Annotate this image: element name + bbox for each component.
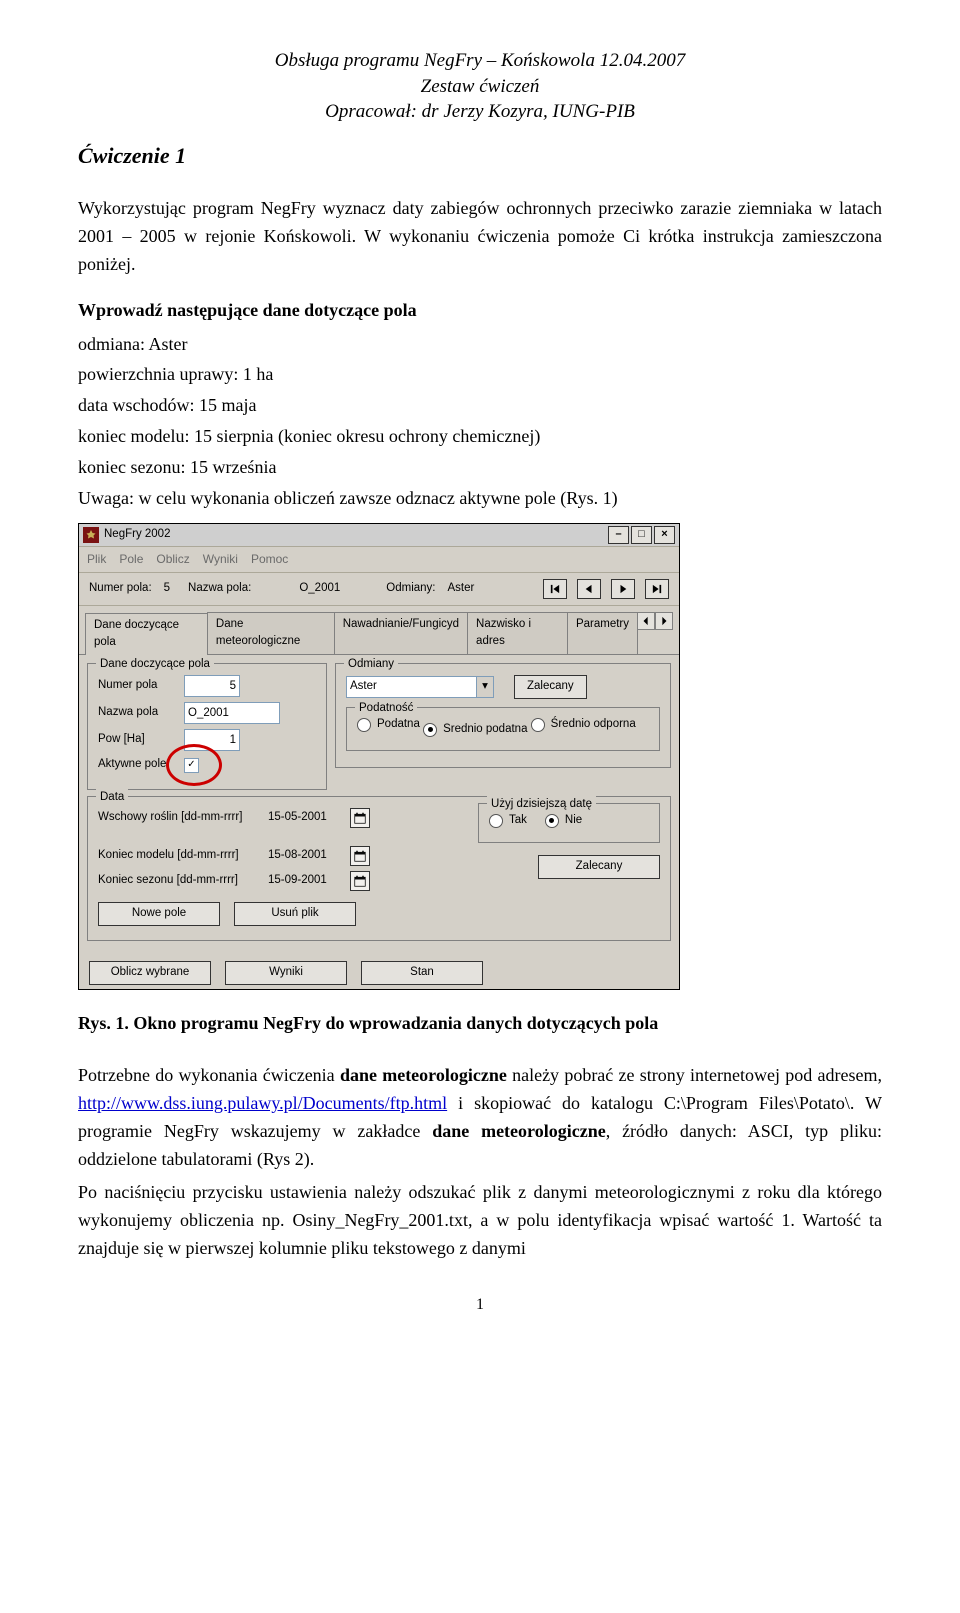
infobar-odmiany-label: Odmiany: <box>386 580 435 598</box>
menubar: Plik Pole Oblicz Wyniki Pomoc <box>79 547 679 573</box>
tab-scroll-right[interactable] <box>655 612 673 630</box>
nowe-pole-button[interactable]: Nowe pole <box>98 902 220 926</box>
calendar-icon[interactable] <box>350 871 370 891</box>
tab-nawadnianie[interactable]: Nawadnianie/Fungicyd <box>334 612 468 655</box>
line-uwaga: Uwaga: w celu wykonania obliczeń zawsze … <box>78 485 882 513</box>
header-line-2: Zestaw ćwiczeń <box>78 74 882 100</box>
line-koniec-sezonu: koniec sezonu: 15 września <box>78 454 882 482</box>
select-odmiana-value: Aster <box>350 678 377 696</box>
input-nazwa-pola[interactable] <box>184 702 280 724</box>
menu-plik[interactable]: Plik <box>87 550 106 569</box>
menu-pomoc[interactable]: Pomoc <box>251 550 288 569</box>
label-nazwa-pola: Nazwa pola <box>98 704 184 722</box>
input-numer-pola[interactable] <box>184 675 240 697</box>
line-koniec-modelu: koniec modelu: 15 sierpnia (koniec okres… <box>78 423 882 451</box>
zalecany-button-2[interactable]: Zalecany <box>538 855 660 879</box>
label-koniec-sezonu: Koniec sezonu [dd-mm-rrrr] <box>98 872 268 890</box>
window-title: NegFry 2002 <box>104 526 170 544</box>
group-dane-pola: Dane doczycące pola Numer pola Nazwa pol… <box>87 663 327 790</box>
menu-wyniki[interactable]: Wyniki <box>203 550 238 569</box>
bottom-button-row: Oblicz wybrane Wyniki Stan <box>79 955 679 989</box>
label-wschody: Wschowy roślin [dd-mm-rrrr] <box>98 809 268 827</box>
header-line-1: Obsługa programu NegFry – Końskowola 12.… <box>78 48 882 74</box>
nav-prev-button[interactable] <box>577 579 601 599</box>
nav-next-button[interactable] <box>611 579 635 599</box>
oblicz-wybrane-button[interactable]: Oblicz wybrane <box>89 961 211 985</box>
label-numer-pola: Numer pola <box>98 677 184 695</box>
stan-button[interactable]: Stan <box>361 961 483 985</box>
group-uzyj-date: Użyj dzisiejszą datę Tak Nie <box>478 803 660 843</box>
legend-dane-pola: Dane doczycące pola <box>96 656 214 674</box>
close-button[interactable]: × <box>654 526 675 544</box>
input-data-list: odmiana: Aster powierzchnia uprawy: 1 ha… <box>78 331 882 513</box>
radio-tak[interactable]: Tak <box>489 812 527 830</box>
titlebar: NegFry 2002 – □ × <box>79 524 679 547</box>
negfry-window: NegFry 2002 – □ × Plik Pole Oblicz Wynik… <box>78 523 680 990</box>
label-aktywne: Aktywne pole <box>98 756 184 774</box>
group-data: Data Wschowy roślin [dd-mm-rrrr] 15-05-2… <box>87 796 671 941</box>
line-odmiana: odmiana: Aster <box>78 331 882 359</box>
label-pow: Pow [Ha] <box>98 731 184 749</box>
tab-dane-meteo[interactable]: Dane meteorologiczne <box>207 612 335 655</box>
radio-nie[interactable]: Nie <box>545 812 582 830</box>
radio-podatna[interactable]: Podatna <box>357 716 420 734</box>
infobar-odmiany-value: Aster <box>448 580 475 598</box>
tab-dane-pola[interactable]: Dane doczycące pola <box>85 613 208 656</box>
radio-srednio-podatna[interactable]: Srednio podatna <box>423 721 527 739</box>
legend-podatnosc: Podatność <box>355 700 417 718</box>
zalecany-button[interactable]: Zalecany <box>514 675 587 699</box>
page-number: 1 <box>78 1293 882 1318</box>
usun-plik-button[interactable]: Usuń plik <box>234 902 356 926</box>
minimize-button[interactable]: – <box>608 526 629 544</box>
intro-paragraph: Wykorzystując program NegFry wyznacz dat… <box>78 195 882 279</box>
figure-caption: Rys. 1. Okno programu NegFry do wprowadz… <box>78 1010 882 1038</box>
calendar-icon[interactable] <box>350 846 370 866</box>
doc-header: Obsługa programu NegFry – Końskowola 12.… <box>78 48 882 125</box>
line-wschody: data wschodów: 15 maja <box>78 392 882 420</box>
app-icon <box>83 527 99 543</box>
menu-oblicz[interactable]: Oblicz <box>156 550 189 569</box>
legend-data: Data <box>96 789 128 807</box>
infobar-nazwa-value: O_2001 <box>299 580 340 598</box>
nav-first-button[interactable] <box>543 579 567 599</box>
calendar-icon[interactable] <box>350 808 370 828</box>
paragraph-3: Po naciśnięciu przycisku ustawienia nale… <box>78 1179 882 1263</box>
maximize-button[interactable]: □ <box>631 526 652 544</box>
legend-odmiany: Odmiany <box>344 656 398 674</box>
paragraph-2: Potrzebne do wykonania ćwiczenia dane me… <box>78 1062 882 1174</box>
radio-srednio-odporna[interactable]: Średnio odporna <box>531 716 636 734</box>
menu-pole[interactable]: Pole <box>119 550 143 569</box>
input-data-heading: Wprowadź następujące dane dotyczące pola <box>78 297 882 325</box>
infobar: Numer pola: 5 Nazwa pola: O_2001 Odmiany… <box>79 573 679 606</box>
group-odmiany: Odmiany Aster ▾ Zalecany Podatność Podat… <box>335 663 671 768</box>
exercise-title: Ćwiczenie 1 <box>78 139 882 173</box>
tab-parametry[interactable]: Parametry <box>567 612 638 655</box>
tab-content: Dane doczycące pola Numer pola Nazwa pol… <box>79 655 679 955</box>
link-dss[interactable]: http://www.dss.iung.pulawy.pl/Documents/… <box>78 1093 447 1113</box>
tab-nazwisko[interactable]: Nazwisko i adres <box>467 612 568 655</box>
legend-uzyj-date: Użyj dzisiejszą datę <box>487 796 596 814</box>
value-koniec-modelu: 15-08-2001 <box>268 847 344 865</box>
input-pow[interactable] <box>184 729 240 751</box>
line-pow: powierzchnia uprawy: 1 ha <box>78 361 882 389</box>
infobar-nazwa-label: Nazwa pola: <box>188 580 251 598</box>
wyniki-button[interactable]: Wyniki <box>225 961 347 985</box>
infobar-numer-label: Numer pola: <box>89 580 152 598</box>
label-koniec-modelu: Koniec modelu [dd-mm-rrrr] <box>98 847 268 865</box>
nav-last-button[interactable] <box>645 579 669 599</box>
tabstrip: Dane doczycące pola Dane meteorologiczne… <box>79 606 679 656</box>
chevron-down-icon: ▾ <box>476 677 493 697</box>
tab-scroll-left[interactable] <box>637 612 655 630</box>
checkbox-aktywne[interactable]: ✓ <box>184 758 199 773</box>
header-line-3: Opracował: dr Jerzy Kozyra, IUNG-PIB <box>78 99 882 125</box>
group-podatnosc: Podatność Podatna Srednio podatna Średni… <box>346 707 660 751</box>
select-odmiana[interactable]: Aster ▾ <box>346 676 494 698</box>
infobar-numer-value: 5 <box>164 580 170 598</box>
value-wschody: 15-05-2001 <box>268 809 344 827</box>
value-koniec-sezonu: 15-09-2001 <box>268 872 344 890</box>
